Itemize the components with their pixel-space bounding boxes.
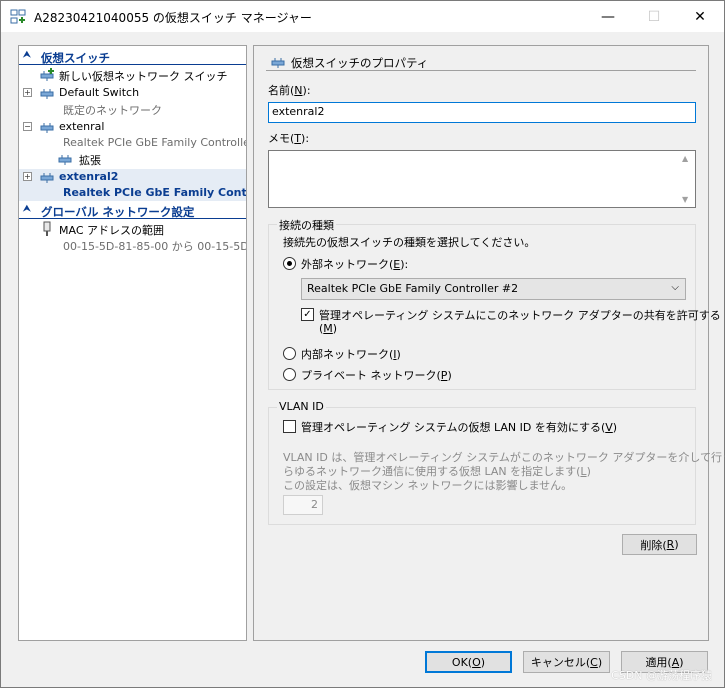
enable-vlan-checkbox[interactable] [283, 420, 296, 433]
external-network-label[interactable]: 外部ネットワーク(E): [301, 256, 408, 272]
connection-type-title: 接続の種類 [277, 217, 336, 233]
vlan-id-title: VLAN ID [277, 400, 326, 413]
tree-item-label: 新しい仮想ネットワーク スイッチ [59, 70, 228, 83]
tree-item-label: MAC アドレスの範囲 [59, 224, 164, 237]
private-network-label[interactable]: プライベート ネットワーク(P) [301, 367, 452, 383]
network-adapter-icon [43, 221, 51, 236]
title-bar[interactable]: A28230421040055 の仮想スイッチ マネージャー — ☐ ✕ [1, 1, 724, 32]
minimize-button[interactable]: — [585, 1, 631, 32]
tree-item-subtext: 00-15-5D-81-85-00 から 00-15-5D-... [19, 237, 246, 253]
new-switch-icon [40, 68, 54, 81]
memo-label: メモ(T): [268, 132, 310, 145]
network-switch-icon [40, 173, 54, 183]
share-adapter-shortcut: (M) [319, 322, 338, 335]
connection-type-group: 接続の種類 接続先の仮想スイッチの種類を選択してください。 外部ネットワーク(E… [268, 217, 721, 390]
enable-vlan-label[interactable]: 管理オペレーティング システムの仮想 LAN ID を有効にする(V) [301, 419, 617, 435]
share-adapter-label[interactable]: 管理オペレーティング システムにこのネットワーク アダプターの共有を許可する [319, 307, 721, 323]
network-switch-icon [40, 123, 54, 133]
memo-textarea[interactable]: ▲ ▼ [268, 150, 696, 208]
collapse-icon[interactable]: − [23, 122, 32, 131]
internal-network-radio[interactable] [283, 347, 296, 360]
vlan-description-line3: この設定は、仮想マシン ネットワークには影響しません。 [283, 479, 573, 492]
tree-item-label: extenral2 [59, 170, 119, 183]
scroll-down-icon[interactable]: ▼ [682, 195, 688, 204]
tree-item-extensions[interactable]: 拡張 [19, 151, 246, 167]
memo-scrollbar[interactable]: ▲ ▼ [678, 151, 695, 207]
section-global-network-settings[interactable]: ⮝ グローバル ネットワーク設定 [19, 203, 246, 219]
internal-network-label[interactable]: 内部ネットワーク(I) [301, 346, 401, 362]
tree-item-mac-range[interactable]: MAC アドレスの範囲 [19, 221, 246, 237]
tree-item-subtext: Realtek PCIe GbE Family Controller... [19, 135, 246, 151]
name-input[interactable]: extenral2 [268, 102, 696, 123]
vlan-id-stepper[interactable]: 2 [283, 495, 323, 515]
tree-item-label: 拡張 [79, 154, 101, 167]
watermark-text: CSDN @游荡程序猿 [611, 669, 712, 682]
tree-item-new-switch[interactable]: 新しい仮想ネットワーク スイッチ [19, 67, 246, 83]
external-network-radio[interactable] [283, 257, 296, 270]
navigation-tree: ⮝ 仮想スイッチ 新しい仮想ネットワーク スイッチ + Default Swit… [18, 45, 247, 641]
close-button[interactable]: ✕ [677, 1, 723, 32]
network-adapter-select[interactable]: Realtek PCIe GbE Family Controller #2 ⌵ [301, 278, 686, 300]
extension-icon [58, 155, 72, 165]
tree-item-sublabel: 既定のネットワーク [63, 104, 162, 117]
network-switch-icon [271, 58, 285, 68]
scroll-up-icon[interactable]: ▲ [682, 154, 688, 163]
network-switch-icon [40, 89, 54, 99]
cancel-button[interactable]: キャンセル(C) [523, 651, 610, 673]
tree-item-label: extenral [59, 120, 105, 133]
private-network-radio[interactable] [283, 368, 296, 381]
maximize-button[interactable]: ☐ [631, 1, 677, 32]
tree-item-subtext: 既定のネットワーク [19, 101, 246, 117]
share-adapter-checkbox[interactable]: ✓ [301, 308, 314, 321]
connection-type-description: 接続先の仮想スイッチの種類を選択してください。 [283, 236, 536, 249]
collapse-chevron-icon[interactable]: ⮝ [23, 204, 31, 214]
section-virtual-switches[interactable]: ⮝ 仮想スイッチ [19, 49, 246, 65]
collapse-chevron-icon[interactable]: ⮝ [23, 50, 31, 60]
section-label: グローバル ネットワーク設定 [41, 205, 195, 219]
chevron-down-icon: ⌵ [671, 282, 679, 293]
tree-item-default-switch[interactable]: + Default Switch [19, 85, 246, 101]
ok-button[interactable]: OK(O) [425, 651, 512, 673]
properties-title: 仮想スイッチのプロパティ [291, 56, 429, 70]
tree-item-label: Default Switch [59, 86, 140, 99]
tree-item-sublabel: Realtek PCIe GbE Family Controller... [63, 136, 247, 149]
switch-manager-app-icon [10, 9, 26, 24]
switch-properties-pane: 仮想スイッチのプロパティ 名前(N): extenral2 メモ(T): ▲ ▼… [253, 45, 725, 641]
tree-item-extenral[interactable]: − extenral [19, 119, 246, 135]
tree-item-extenral2-selected[interactable]: + extenral2 Realtek PCIe GbE Family Cont… [19, 169, 246, 201]
tree-item-sublabel: Realtek PCIe GbE Family Cont... [63, 186, 247, 199]
delete-button[interactable]: 削除(R) [622, 534, 697, 555]
expand-icon[interactable]: + [23, 88, 32, 97]
section-label: 仮想スイッチ [41, 51, 110, 65]
tree-item-sublabel: 00-15-5D-81-85-00 から 00-15-5D-... [63, 240, 247, 253]
virtual-switch-manager-window: A28230421040055 の仮想スイッチ マネージャー — ☐ ✕ ⮝ 仮… [0, 0, 725, 688]
network-adapter-value: Realtek PCIe GbE Family Controller #2 [307, 282, 519, 295]
window-title: A28230421040055 の仮想スイッチ マネージャー [34, 11, 312, 25]
vlan-id-group: VLAN ID 管理オペレーティング システムの仮想 LAN ID を有効にする… [268, 400, 725, 525]
properties-header: 仮想スイッチのプロパティ [266, 54, 696, 71]
expand-icon[interactable]: + [23, 172, 32, 181]
name-label: 名前(N): [268, 84, 311, 97]
